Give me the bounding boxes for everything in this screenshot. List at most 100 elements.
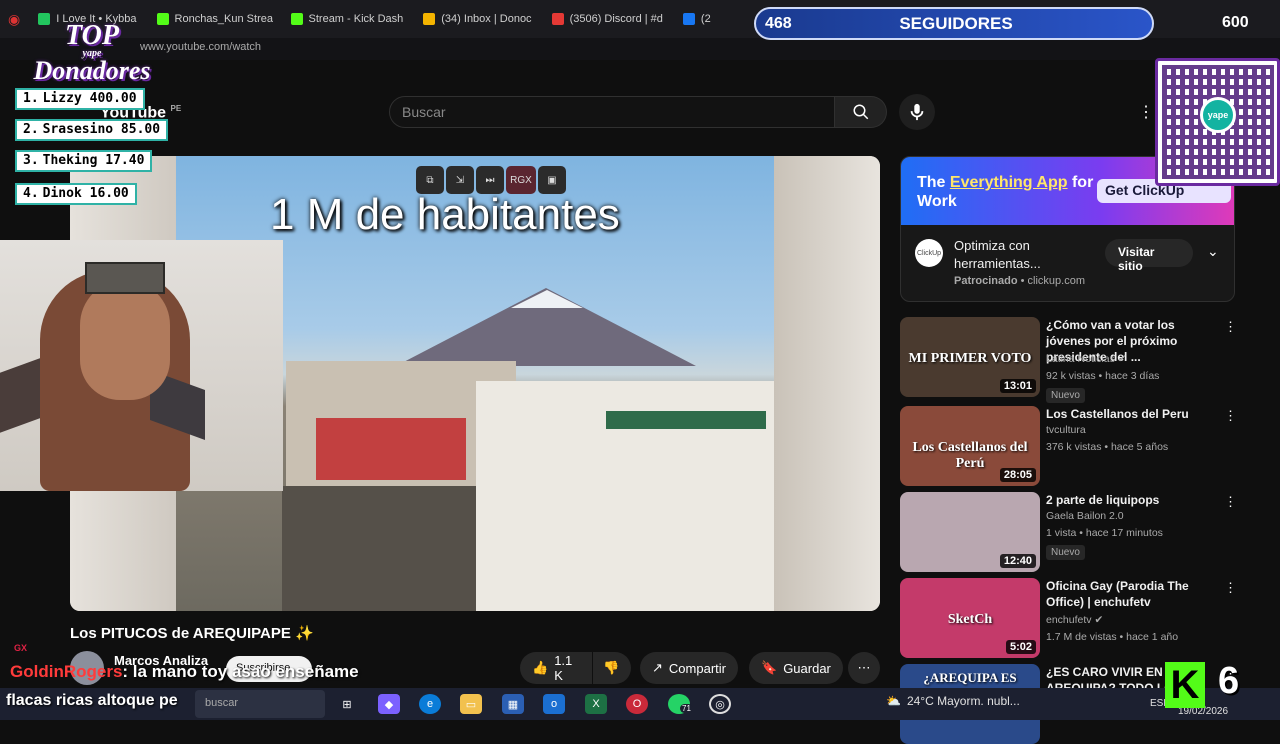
- video-menu-icon[interactable]: ⋮: [1224, 319, 1237, 335]
- whatsapp-icon[interactable]: 71: [668, 694, 693, 714]
- address-bar[interactable]: www.youtube.com/watch: [0, 38, 1280, 60]
- video-menu-icon[interactable]: ⋮: [1224, 494, 1237, 510]
- dislike-button[interactable]: 👎: [593, 652, 631, 684]
- streamer-webcam: [0, 240, 283, 491]
- video-stats: 376 k vistas • hace 5 años: [1046, 441, 1169, 453]
- recommended-channel[interactable]: Gaela Bailon 2.0: [1046, 510, 1124, 522]
- donors-title-top: TOP: [65, 20, 119, 51]
- thumbs-up-icon: 👍: [532, 660, 549, 675]
- channel-name-text: Gaela Bailon 2.0: [1046, 510, 1124, 522]
- edge-icon[interactable]: e: [419, 694, 441, 714]
- donor-rank: 2.: [23, 122, 39, 137]
- channel-name-text: enchufetv: [1046, 614, 1092, 626]
- tab-label: (3506) Discord | #d: [569, 13, 663, 25]
- new-badge: Nuevo: [1046, 545, 1085, 560]
- channel-name-text: tvcultura: [1046, 424, 1086, 436]
- browser-tab[interactable]: (34) Inbox | Donoc: [415, 5, 539, 33]
- share-label: Compartir: [668, 660, 726, 676]
- recommended-video-title[interactable]: Los Castellanos del Peru: [1046, 406, 1216, 422]
- recommended-channel[interactable]: Latina Noticias ✔: [1046, 353, 1127, 365]
- browser-tab[interactable]: Ronchas_Kun Strea: [149, 5, 279, 33]
- video-thumbnail[interactable]: SketCh 5:02: [900, 578, 1040, 658]
- like-button[interactable]: 👍 1.1 K: [520, 652, 592, 684]
- recommended-video-title[interactable]: Oficina Gay (Parodia The Office) | enchu…: [1046, 578, 1216, 610]
- tab-label: Ronchas_Kun Strea: [174, 13, 273, 25]
- browser-menu-icon[interactable]: ◉: [8, 11, 20, 28]
- voice-search-button[interactable]: [899, 94, 935, 130]
- video-menu-icon[interactable]: ⋮: [1224, 408, 1237, 424]
- excel-icon[interactable]: X: [585, 694, 607, 714]
- weather-text: 24°C Mayorm. nubl...: [906, 694, 1020, 708]
- yape-qr-code: yape: [1155, 58, 1280, 186]
- donor-rank: 1.: [23, 91, 39, 106]
- window-icon[interactable]: ⇲: [446, 166, 474, 194]
- task-view-icon[interactable]: ⊞: [336, 694, 358, 714]
- search-icon: [853, 104, 868, 120]
- video-duration: 5:02: [1005, 640, 1036, 654]
- recommended-video[interactable]: MI PRIMER VOTO 13:01 ¿Cómo van a votar los…: [900, 317, 1237, 403]
- opera-icon[interactable]: O: [626, 694, 648, 714]
- costume-hat: [85, 262, 165, 294]
- donor-rank: 4.: [23, 186, 39, 201]
- video-thumbnail[interactable]: Los Castellanos del Perú 28:05: [900, 406, 1040, 486]
- copilot-icon[interactable]: ◆: [378, 694, 400, 714]
- thumbs-down-icon: 👎: [603, 660, 620, 675]
- share-icon: ↗: [652, 660, 663, 675]
- recommended-video[interactable]: Los Castellanos del Perú 28:05 Los Castell…: [900, 406, 1237, 486]
- popout-icon[interactable]: ⧉: [416, 166, 444, 194]
- thumbnail-caption: SketCh: [947, 612, 993, 627]
- browser-tab[interactable]: Stream - Kick Dash: [283, 5, 412, 33]
- tab-favicon-icon: [423, 13, 436, 25]
- recommended-video[interactable]: 12:40 2 parte de liquipops Gaela Bailon 2.…: [900, 492, 1237, 572]
- more-options-icon[interactable]: ⋮: [1138, 102, 1154, 122]
- video-thumbnail[interactable]: MI PRIMER VOTO 13:01: [900, 317, 1040, 397]
- store-icon[interactable]: ▦: [502, 694, 524, 714]
- outlook-icon[interactable]: o: [543, 694, 565, 714]
- video-stats: 1 vista • hace 17 minutos: [1046, 527, 1163, 539]
- verified-icon: ✔: [1091, 614, 1104, 626]
- donor-name: Srasesino 85.00: [42, 122, 161, 137]
- recommended-channel[interactable]: enchufetv ✔: [1046, 614, 1103, 626]
- clickup-logo: ClickUp: [915, 239, 943, 267]
- new-badge: Nuevo: [1046, 388, 1085, 403]
- obs-icon[interactable]: ◎: [709, 694, 731, 714]
- yape-logo: yape: [1200, 97, 1236, 133]
- chat-text: : la mano toy asao enseñame: [122, 662, 359, 681]
- country-code: PE: [170, 104, 182, 113]
- visit-site-button[interactable]: Visitar sitio: [1105, 239, 1193, 273]
- donor-entry: 4. Dinok 16.00: [15, 183, 137, 205]
- recommended-channel[interactable]: tvcultura: [1046, 424, 1086, 436]
- save-button[interactable]: 🔖 Guardar: [749, 652, 843, 684]
- tab-label: (2: [700, 13, 711, 25]
- more-actions-button[interactable]: ⋯: [848, 652, 880, 684]
- followers-label: SEGUIDORES: [899, 13, 1013, 33]
- search-button[interactable]: [835, 96, 887, 128]
- video-thumbnail[interactable]: 12:40: [900, 492, 1040, 572]
- share-button[interactable]: ↗ Compartir: [640, 652, 738, 684]
- video-title: Los PITUCOS de AREQUIPAPE ✨: [70, 625, 314, 642]
- browser-tab[interactable]: (3506) Discord | #d: [544, 5, 671, 33]
- rgx-button[interactable]: RGX: [506, 166, 536, 194]
- top-donors-title: TOP yape Donadores: [22, 22, 162, 84]
- recommended-video-title[interactable]: 2 parte de liquipops: [1046, 492, 1216, 508]
- kick-viewer-count: 6: [1218, 660, 1240, 702]
- search-input[interactable]: Buscar: [389, 96, 835, 128]
- video-menu-icon[interactable]: ⋮: [1224, 580, 1237, 596]
- video-duration: 12:40: [999, 554, 1036, 568]
- bookmark-icon: 🔖: [761, 660, 778, 675]
- video-duration: 13:01: [999, 379, 1036, 393]
- chevron-down-icon[interactable]: ⌄: [1207, 243, 1219, 260]
- video-overlay-caption: 1 M de habitantes: [270, 190, 620, 239]
- verified-icon: ✔: [1114, 353, 1127, 365]
- volcano-snow: [511, 290, 583, 308]
- picture-in-picture-icon[interactable]: ▣: [538, 166, 566, 194]
- donor-entry: 3. Theking 17.40: [15, 150, 153, 172]
- tab-label: (34) Inbox | Donoc: [441, 13, 532, 25]
- taskbar-search[interactable]: buscar: [195, 690, 325, 718]
- recommended-video[interactable]: SketCh 5:02 Oficina Gay (Parodia The Offic…: [900, 578, 1237, 658]
- tab-favicon-icon: [682, 13, 695, 25]
- browser-tab[interactable]: (2: [675, 5, 719, 33]
- skip-icon[interactable]: ⏭: [476, 166, 504, 194]
- weather-widget[interactable]: ⛅ 24°C Mayorm. nubl...: [886, 694, 1020, 708]
- file-explorer-icon[interactable]: ▭: [460, 694, 482, 714]
